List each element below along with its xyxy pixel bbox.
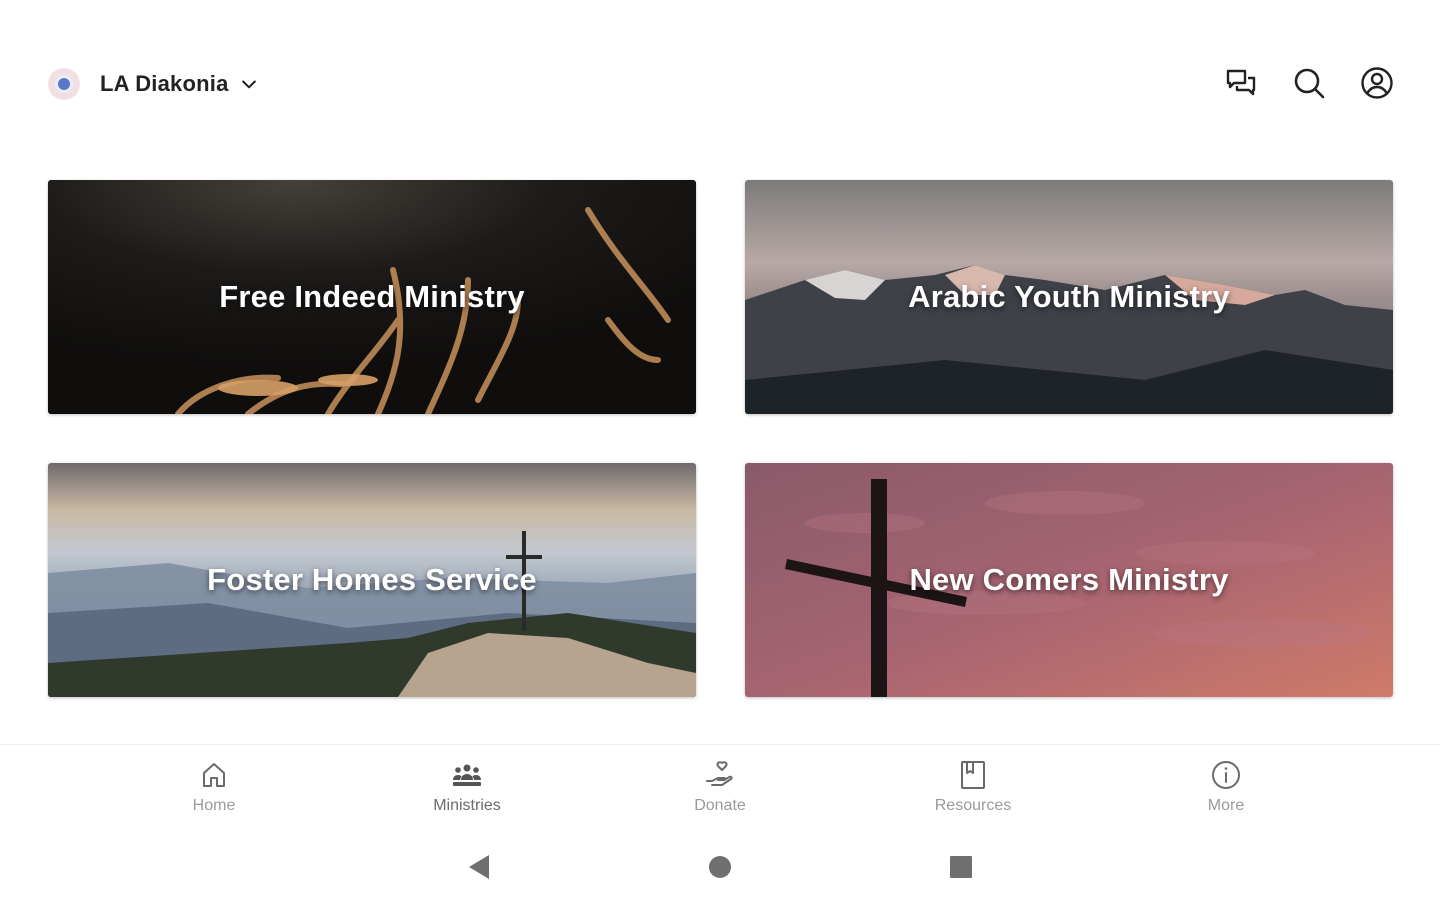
nav-label-ministries: Ministries	[433, 797, 501, 814]
chat-icon	[1226, 69, 1256, 96]
system-recents-button[interactable]	[948, 854, 974, 880]
recents-icon	[950, 856, 972, 878]
ministry-card[interactable]: Foster Homes Service	[48, 463, 696, 697]
nav-item-more[interactable]: More	[1100, 745, 1353, 834]
search-button[interactable]	[1292, 66, 1326, 100]
chat-button[interactable]	[1224, 66, 1258, 100]
donate-icon	[706, 761, 733, 786]
system-back-button[interactable]	[466, 854, 492, 880]
bottom-navigation: Home Ministries Donate Resources More	[0, 744, 1440, 834]
system-navigation-bar	[0, 834, 1440, 900]
back-icon	[469, 855, 489, 879]
system-home-button[interactable]	[707, 854, 733, 880]
resources-icon	[961, 761, 985, 789]
top-app-bar: LA Diakonia	[0, 0, 1440, 150]
ministry-card[interactable]: Arabic Youth Ministry	[745, 180, 1393, 414]
nav-item-home[interactable]: Home	[88, 745, 341, 834]
search-icon	[1294, 68, 1325, 99]
ministry-card-title: Arabic Youth Ministry	[908, 279, 1230, 314]
account-button[interactable]	[1360, 66, 1394, 100]
nav-label-donate: Donate	[694, 797, 746, 814]
organization-switcher[interactable]: LA Diakonia	[48, 68, 259, 100]
ministries-icon	[453, 764, 481, 786]
nav-label-home: Home	[192, 797, 236, 814]
organization-logo	[48, 68, 80, 100]
ministry-card-title: New Comers Ministry	[909, 562, 1229, 597]
account-icon	[1361, 67, 1393, 99]
nav-item-resources[interactable]: Resources	[847, 745, 1100, 834]
ministry-card-title: Foster Homes Service	[207, 562, 537, 597]
info-icon	[1212, 761, 1240, 789]
ministry-card-title: Free Indeed Ministry	[219, 279, 525, 314]
ministry-card[interactable]: Free Indeed Ministry	[48, 180, 696, 414]
nav-item-ministries[interactable]: Ministries	[341, 745, 594, 834]
nav-item-donate[interactable]: Donate	[594, 745, 847, 834]
home-icon	[203, 763, 225, 787]
nav-label-more: More	[1207, 797, 1245, 814]
organization-name: LA Diakonia	[100, 71, 229, 96]
chevron-down-icon	[241, 80, 256, 89]
ministry-card[interactable]: New Comers Ministry	[745, 463, 1393, 697]
nav-label-resources: Resources	[934, 797, 1012, 814]
home-circle-icon	[709, 856, 731, 878]
